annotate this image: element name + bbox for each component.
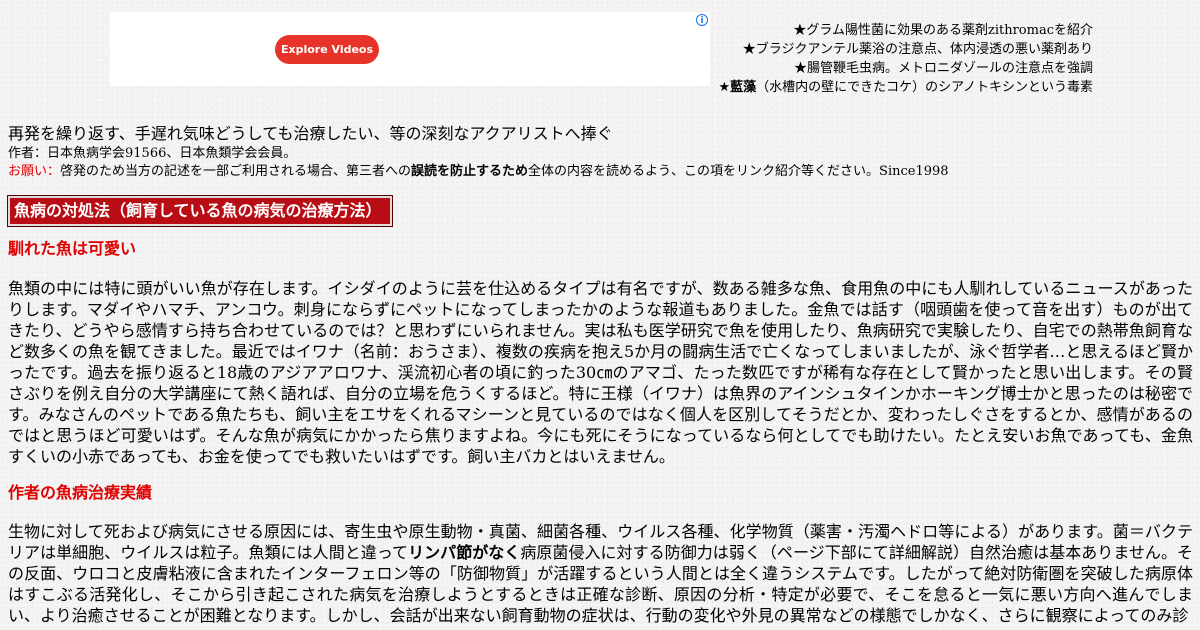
section-heading-treatment-record: 作者の魚病治療実績: [8, 483, 153, 502]
featured-link-item[interactable]: ★ブラジクアンテル薬浴の注意点、体内浸透の悪い薬剤あり: [718, 40, 1093, 59]
section-body-treatment-record: 生物に対して死および病気にさせる原因には、寄生虫や原生動物・真菌、細菌各種、ウイ…: [8, 522, 1193, 625]
main-content: 再発を繰り返す、手遅れ気味どうしても治療したい、等の深刻なアクアリストへ捧ぐ 作…: [7, 123, 1193, 626]
featured-link-item[interactable]: ★藍藻（水槽内の壁にできたコケ）のシアノトキシンという毒素: [718, 78, 1093, 97]
section-body-tame-fish: 魚類の中には特に頭がいい魚が存在します。イシダイのように芸を仕込めるタイプは有名…: [8, 279, 1193, 466]
featured-link-item[interactable]: ★腸管鞭毛虫病。メトロニダゾールの注意点を強調: [718, 59, 1093, 78]
dedication-text: 再発を繰り返す、手遅れ気味どうしても治療したい、等の深刻なアクアリストへ捧ぐ: [8, 124, 613, 143]
featured-link-cyanobacteria[interactable]: ★藍藻（水槽内の壁にできたコケ）のシアノトキシンという毒素: [718, 80, 1093, 95]
page-title: 魚病の対処法（飼育している魚の病気の治療方法）: [7, 195, 393, 227]
featured-links: ★グラム陽性菌に効果のある薬剤zithromacを紹介 ★ブラジクアンテル薬浴の…: [718, 21, 1093, 97]
explore-videos-button[interactable]: Explore Videos: [275, 35, 379, 64]
featured-link-item[interactable]: ★グラム陽性菌に効果のある薬剤zithromacを紹介: [718, 21, 1093, 40]
request-notice: お願い：啓発のため当方の記述を一部ご利用される場合、第三者への誤読を防止するため…: [8, 164, 949, 179]
author-info: 作者：日本魚病学会91566、日本魚類学会会員。: [8, 146, 297, 161]
info-icon[interactable]: i: [696, 14, 708, 26]
section-heading-tame-fish: 馴れた魚は可愛い: [8, 239, 137, 258]
featured-link-metronidazole[interactable]: ★腸管鞭毛虫病。メトロニダゾールの注意点を強調: [794, 61, 1093, 76]
advertisement-banner[interactable]: i Explore Videos: [110, 12, 710, 86]
featured-link-praziquantel[interactable]: ★ブラジクアンテル薬浴の注意点、体内浸透の悪い薬剤あり: [743, 42, 1093, 57]
request-label: お願い：: [8, 164, 61, 179]
featured-link-zithromac[interactable]: ★グラム陽性菌に効果のある薬剤zithromacを紹介: [793, 23, 1093, 38]
